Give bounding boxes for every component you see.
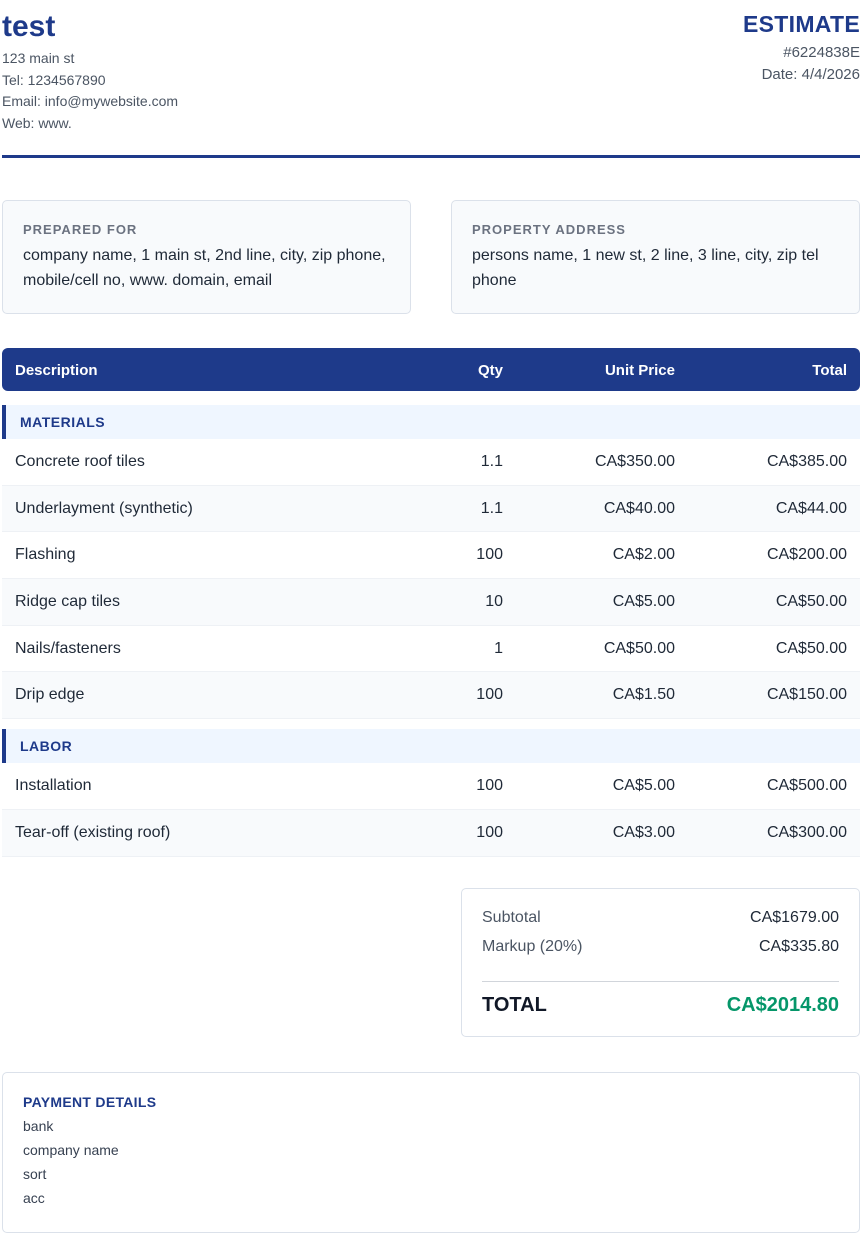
totals-box: Subtotal CA$1679.00 Markup (20%) CA$335.…	[461, 888, 860, 1037]
document-title: ESTIMATE	[743, 11, 860, 37]
section-title: MATERIALS	[20, 414, 106, 430]
header-description: Description	[15, 362, 98, 379]
markup-label: Markup (20%)	[482, 938, 583, 955]
item-unit-price: CA$350.00	[594, 453, 675, 470]
item-total: CA$300.00	[766, 823, 847, 841]
property-address-text: persons name, 1 new st, 2 line, 3 line, …	[472, 247, 819, 289]
header-total: Total	[812, 362, 847, 379]
table-row: Nails/fasteners 1 CA$50.00 CA$50.00	[2, 626, 860, 673]
prepared-for-label: PREPARED FOR	[23, 222, 138, 237]
item-total: CA$150.00	[766, 686, 847, 704]
table-row: Installation 100 CA$5.00 CA$500.00	[2, 763, 860, 810]
grand-total-value: CA$2014.80	[726, 994, 839, 1016]
totals-divider	[482, 981, 839, 982]
item-description: Underlayment (synthetic)	[15, 499, 193, 517]
table-row: Flashing 100 CA$2.00 CA$200.00	[2, 532, 860, 580]
item-unit-price: CA$2.00	[612, 546, 675, 564]
item-total: CA$50.00	[775, 593, 847, 611]
item-description: Ridge cap tiles	[15, 593, 120, 611]
document-number: #6224838E	[783, 44, 860, 61]
prepared-for-text: company name, 1 main st, 2nd line, city,…	[23, 247, 386, 289]
estimate-header: test 123 main st Tel: 1234567890 Email: …	[2, 0, 860, 160]
prepared-for-card: PREPARED FOR company name, 1 main st, 2n…	[2, 200, 411, 314]
item-description: Concrete roof tiles	[15, 453, 145, 470]
item-unit-price: CA$3.00	[612, 823, 675, 841]
company-email: Email: info@mywebsite.com	[2, 93, 179, 109]
company-name: test	[2, 10, 56, 43]
item-qty: 100	[476, 686, 503, 704]
item-description: Nails/fasteners	[15, 639, 121, 657]
payment-line: acc	[23, 1190, 45, 1206]
section-labor: LABOR	[2, 729, 860, 764]
payment-line: bank	[23, 1118, 54, 1134]
section-materials: MATERIALS	[2, 405, 860, 439]
subtotal-line: Subtotal CA$1679.00	[482, 889, 839, 926]
company-tel: Tel: 1234567890	[2, 71, 106, 88]
item-qty: 1.1	[480, 453, 503, 470]
table-row: Underlayment (synthetic) 1.1 CA$40.00 CA…	[2, 485, 860, 533]
item-total: CA$385.00	[766, 453, 847, 470]
item-qty: 100	[476, 546, 503, 564]
payment-details-card: PAYMENT DETAILS bank company name sort a…	[2, 1072, 860, 1233]
item-unit-price: CA$50.00	[603, 639, 675, 657]
markup-value: CA$335.80	[758, 938, 839, 955]
document-meta: ESTIMATE #6224838E Date: 4/4/2026	[743, 11, 860, 86]
payment-details-lines: bank company name sort acc	[23, 1114, 839, 1210]
item-qty: 10	[485, 593, 503, 611]
item-total: CA$50.00	[775, 639, 847, 657]
header-divider	[2, 155, 860, 158]
payment-line: company name	[23, 1142, 119, 1158]
item-description: Tear-off (existing roof)	[15, 823, 171, 841]
item-qty: 100	[476, 823, 503, 841]
table-row: Drip edge 100 CA$1.50 CA$150.00	[2, 672, 860, 720]
item-description: Drip edge	[15, 686, 85, 704]
markup-line: Markup (20%) CA$335.80	[482, 918, 839, 955]
estimate-page: test 123 main st Tel: 1234567890 Email: …	[2, 0, 860, 1233]
table-header: Description Qty Unit Price Total	[2, 348, 860, 391]
table-row: Tear-off (existing roof) 100 CA$3.00 CA$…	[2, 809, 860, 857]
property-address-label: PROPERTY ADDRESS	[472, 222, 626, 237]
payment-line: sort	[23, 1166, 47, 1182]
document-date: Date: 4/4/2026	[761, 66, 860, 83]
company-contact: 123 main st Tel: 1234567890 Email: info@…	[2, 48, 178, 134]
item-description: Installation	[15, 777, 92, 795]
item-unit-price: CA$5.00	[612, 777, 675, 795]
payment-details-title: PAYMENT DETAILS	[23, 1094, 157, 1110]
item-total: CA$44.00	[775, 499, 847, 517]
grand-total-label: TOTAL	[482, 994, 547, 1016]
company-address: 123 main st	[2, 50, 75, 66]
section-title: LABOR	[20, 738, 73, 755]
item-total: CA$200.00	[766, 546, 847, 564]
property-address-card: PROPERTY ADDRESS persons name, 1 new st,…	[451, 200, 860, 314]
line-items-table: Description Qty Unit Price Total MATERIA…	[2, 348, 860, 857]
item-qty: 100	[476, 777, 503, 795]
item-qty: 1.1	[480, 499, 503, 517]
header-qty: Qty	[477, 362, 503, 379]
table-row: Ridge cap tiles 10 CA$5.00 CA$50.00	[2, 579, 860, 626]
item-unit-price: CA$40.00	[603, 499, 675, 517]
item-qty: 1	[494, 639, 503, 657]
table-row: Concrete roof tiles 1.1 CA$350.00 CA$385…	[2, 439, 860, 486]
item-total: CA$500.00	[766, 777, 847, 795]
item-unit-price: CA$5.00	[612, 593, 675, 611]
header-unit-price: Unit Price	[604, 362, 675, 379]
item-unit-price: CA$1.50	[612, 686, 675, 704]
item-description: Flashing	[15, 546, 76, 564]
company-web: Web: www.	[2, 114, 72, 131]
